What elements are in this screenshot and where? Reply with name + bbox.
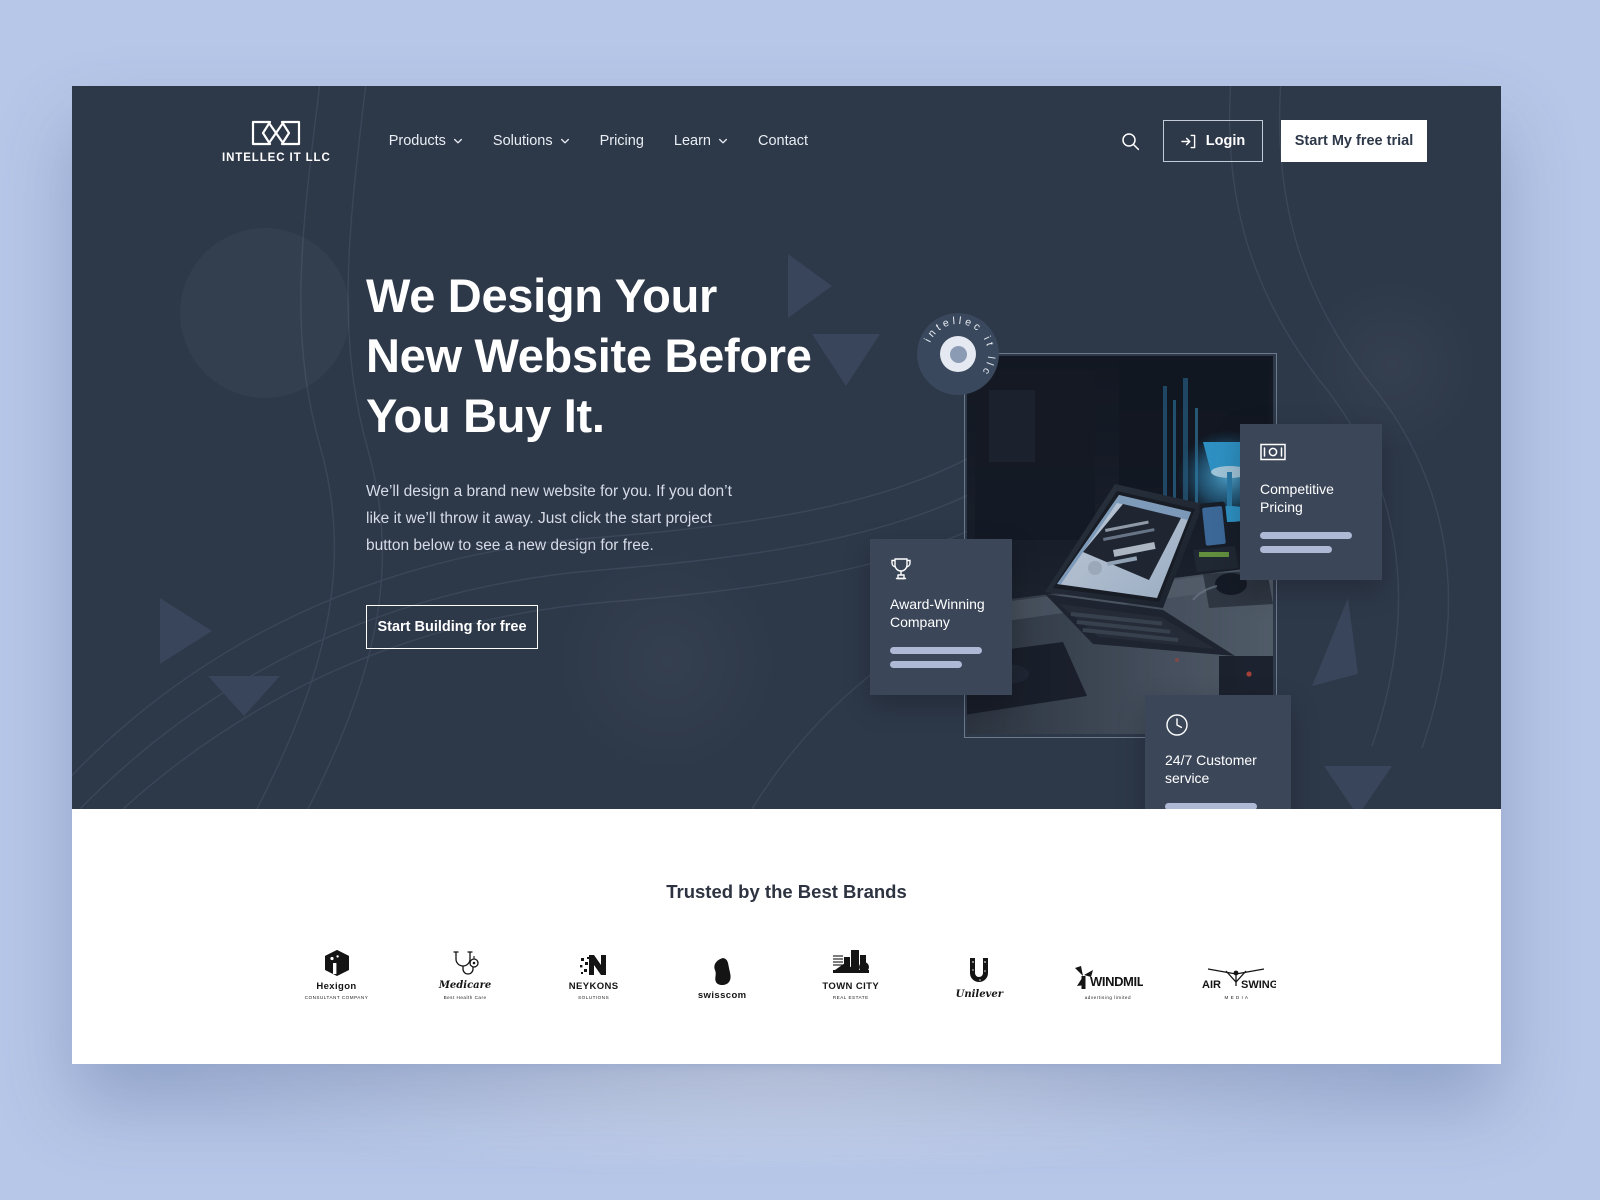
brand-logo[interactable]: INTELLEC IT LLC [222, 118, 331, 164]
glow-circle-left [180, 228, 350, 398]
nav-item-contact[interactable]: Contact [758, 133, 808, 149]
placeholder-bar-short [1260, 546, 1332, 553]
brand-logo-unilever-word: Unilever [955, 989, 1004, 1000]
chevron-down-icon [560, 138, 569, 144]
nav-item-contact-label: Contact [758, 133, 808, 149]
city-buildings-icon [832, 950, 869, 973]
hero-copy: We Design Your New Website Before You Bu… [366, 266, 816, 649]
svg-text:WINDMILL: WINDMILL [1090, 974, 1143, 989]
feature-card-award-title: Award-Winning Company [890, 596, 985, 630]
brand-logo-medicare-word: Medicare [438, 980, 492, 991]
windmill-icon: WINDMILL [1074, 966, 1143, 989]
brand-logo-town-city[interactable]: TOWN CITY REAL ESTATE [801, 945, 901, 1001]
svg-text:AIR: AIR [1202, 979, 1221, 991]
feature-card-award[interactable]: Award-Winning Company [870, 539, 1012, 695]
hexigon-cube-icon [324, 950, 349, 976]
start-building-label: Start Building for free [377, 619, 527, 635]
trophy-icon-wrap [890, 557, 992, 581]
main-navigation: INTELLEC IT LLC Products Solutions Prici… [72, 86, 1501, 196]
nav-item-learn[interactable]: Learn [674, 133, 728, 149]
chevron-down-icon [453, 138, 462, 144]
trusted-brands-title: Trusted by the Best Brands [666, 881, 907, 902]
hero-photo-illustration [967, 356, 1273, 734]
hero-subtitle: We’ll design a brand new website for you… [366, 483, 732, 554]
brand-logo-hexigon-word: Hexigon [316, 981, 357, 992]
brand-name: INTELLEC IT LLC [222, 152, 331, 164]
clock-icon [1166, 714, 1188, 736]
trophy-icon [891, 558, 911, 580]
placeholder-bar-long [1165, 803, 1257, 809]
trusted-brands-section: Trusted by the Best Brands Hexigon CONSU… [72, 809, 1501, 1064]
start-free-trial-label: Start My free trial [1294, 133, 1414, 149]
brand-logo-neykons-word: NEYKONS [568, 981, 619, 992]
banknote-icon [1260, 443, 1286, 461]
login-arrow-icon [1181, 134, 1196, 148]
nav-links: Products Solutions Pricing Learn Contact [389, 133, 808, 149]
badge-dot [949, 345, 967, 363]
unilever-u-icon [970, 958, 989, 982]
brand-logo-town-city-word: TOWN CITY [822, 981, 880, 992]
hero-title-line-2: New Website Before [366, 329, 812, 382]
start-building-button[interactable]: Start Building for free [366, 605, 538, 649]
brand-logo-row: Hexigon CONSULTANT COMPANY Medicare Best… [287, 945, 1287, 1001]
start-free-trial-button[interactable]: Start My free trial [1281, 120, 1427, 162]
intellec-bowtie-logo-icon [252, 120, 301, 146]
drone-icon: AIR SWING [1202, 968, 1276, 991]
feature-card-support-title: 24/7 Customer service [1165, 752, 1257, 786]
placeholder-bar-long [1260, 532, 1352, 539]
feature-card-support[interactable]: 24/7 Customer service [1145, 695, 1291, 809]
brand-logo-medicare-sub: Best Health Care [443, 995, 487, 1000]
hero-title-line-3: You Buy It. [366, 389, 605, 442]
placeholder-bar-long [890, 647, 982, 654]
clock-icon-wrap [1165, 713, 1271, 737]
nav-item-products[interactable]: Products [389, 133, 463, 149]
login-button[interactable]: Login [1163, 120, 1263, 162]
badge-ring [940, 336, 976, 372]
rotating-brand-badge: intellec it llc [917, 313, 999, 395]
swisscom-shape-icon [714, 958, 731, 985]
brand-logo-neykons[interactable]: NEYKONS SOLUTIONS [544, 945, 644, 1001]
hero-photo [967, 356, 1273, 734]
placeholder-bar-short [890, 661, 962, 668]
hero-section: INTELLEC IT LLC Products Solutions Prici… [72, 86, 1501, 809]
nav-actions: Login Start My free trial [1115, 120, 1427, 162]
nav-item-pricing-label: Pricing [599, 133, 644, 149]
login-button-label: Login [1205, 133, 1246, 149]
feature-card-pricing-title: Competitive Pricing [1260, 481, 1334, 515]
stethoscope-icon [453, 951, 479, 975]
neykons-n-icon [579, 955, 606, 975]
brand-logo-hexigon-sub: CONSULTANT COMPANY [304, 995, 369, 1000]
brand-logo-windmill-sub: advertising limited [1084, 995, 1132, 1000]
hero-visual: intellec it llc Award-Winning Company Co… [812, 206, 1452, 809]
nav-item-solutions[interactable]: Solutions [493, 133, 570, 149]
brand-logo-swisscom[interactable]: swisscom [672, 945, 772, 1001]
chevron-down-icon [719, 138, 727, 144]
nav-item-products-label: Products [388, 133, 446, 149]
banknote-icon-wrap [1260, 442, 1362, 466]
brand-logo-swisscom-word: swisscom [697, 990, 747, 1001]
search-button[interactable] [1115, 126, 1145, 156]
nav-item-pricing[interactable]: Pricing [600, 133, 644, 149]
website-preview-card: INTELLEC IT LLC Products Solutions Prici… [72, 86, 1501, 1064]
hero-title-line-1: We Design Your [366, 269, 717, 322]
brand-logo-air-swing-media-sub: M E D I A [1224, 995, 1249, 1000]
search-icon [1121, 132, 1139, 150]
card-reflection [180, 1064, 1395, 1174]
nav-item-solutions-label: Solutions [492, 133, 553, 149]
brand-logo-unilever[interactable]: Unilever [929, 945, 1029, 1001]
svg-text:SWING: SWING [1241, 979, 1276, 991]
brand-logo-town-city-sub: REAL ESTATE [832, 995, 869, 1000]
hero-title: We Design Your New Website Before You Bu… [366, 266, 816, 446]
brand-logo-windmill[interactable]: WINDMILL advertising limited [1058, 945, 1158, 1001]
brand-logo-air-swing-media[interactable]: AIR SWING M E D I A [1186, 945, 1286, 1001]
brand-logo-medicare[interactable]: Medicare Best Health Care [415, 945, 515, 1001]
brand-logo-hexigon[interactable]: Hexigon CONSULTANT COMPANY [287, 945, 387, 1001]
brand-logo-neykons-sub: SOLUTIONS [578, 995, 610, 1000]
nav-item-learn-label: Learn [673, 133, 711, 149]
feature-card-pricing[interactable]: Competitive Pricing [1240, 424, 1382, 580]
